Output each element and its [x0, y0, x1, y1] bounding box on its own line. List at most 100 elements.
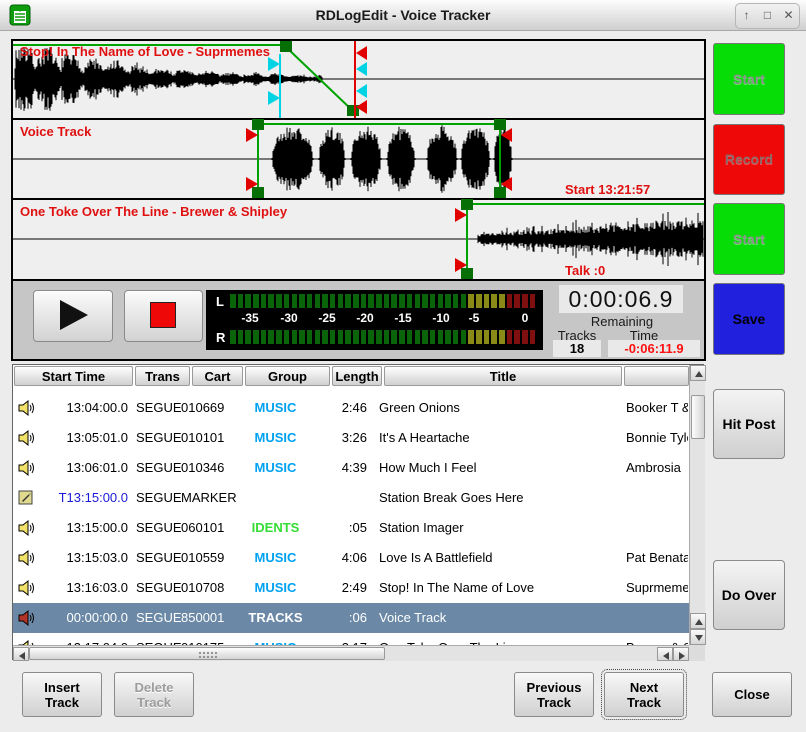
- meter-segment: [322, 294, 328, 308]
- meter-segment: [507, 330, 513, 344]
- cell-cart: 010669: [181, 393, 237, 423]
- cell-cart: 010175: [181, 633, 237, 645]
- log-row[interactable]: 13:15:03.0SEGUE010559MUSIC4:06Love Is A …: [13, 543, 689, 573]
- do-over-button[interactable]: Do Over: [713, 560, 785, 630]
- cell-artist: [626, 483, 688, 513]
- cell-cart: MARKER: [181, 483, 237, 513]
- start-button-track3[interactable]: Start: [713, 203, 785, 275]
- meter-segment: [384, 294, 390, 308]
- cell-group: TRACKS: [233, 603, 318, 633]
- log-row[interactable]: 13:15:00.0SEGUE060101IDENTS:05Station Im…: [13, 513, 689, 543]
- column-header-trans[interactable]: Trans: [135, 366, 190, 386]
- meter-segment: [268, 330, 274, 344]
- meter-segment: [368, 330, 374, 344]
- cell-trans: SEGUE: [136, 603, 182, 633]
- cell-artist: Brewer & Sh: [626, 633, 688, 645]
- scroll-down-button[interactable]: [690, 629, 706, 645]
- meter-segment: [391, 330, 397, 344]
- meter-segment: [276, 294, 282, 308]
- meter-segment: [461, 294, 467, 308]
- meter-segment: [292, 294, 298, 308]
- column-header-artist[interactable]: [624, 366, 689, 386]
- cell-trans: SEGUE: [136, 393, 182, 423]
- cell-artist: Ambrosia: [626, 453, 688, 483]
- meter-segment: [368, 294, 374, 308]
- log-row[interactable]: 13:05:01.0SEGUE010101MUSIC3:26It's A Hea…: [13, 423, 689, 453]
- horizontal-scrollbar[interactable]: [13, 645, 689, 661]
- previous-track-button[interactable]: Previous Track: [514, 672, 594, 717]
- speaker-icon: [18, 430, 36, 446]
- log-row[interactable]: T13:15:00.0SEGUEMARKERStation Break Goes…: [13, 483, 689, 513]
- scrollbar-corner: [689, 645, 705, 661]
- meter-segment: [299, 294, 305, 308]
- meter-segment: [522, 294, 528, 308]
- log-row[interactable]: 13:16:03.0SEGUE010708MUSIC2:49Stop! In T…: [13, 573, 689, 603]
- column-header-length[interactable]: Length: [332, 366, 382, 386]
- cell-artist: Booker T & Th: [626, 393, 688, 423]
- stop-button[interactable]: [124, 290, 203, 342]
- column-header-group[interactable]: Group: [245, 366, 330, 386]
- log-row[interactable]: 13:06:01.0SEGUE010346MUSIC4:39How Much I…: [13, 453, 689, 483]
- meter-segment: [422, 294, 428, 308]
- log-row[interactable]: 13:04:00.0SEGUE010669MUSIC2:46Green Onio…: [13, 393, 689, 423]
- meter-scale-label: -5: [459, 311, 489, 325]
- log-row[interactable]: 00:00:00.0SEGUE850001TRACKS:06Voice Trac…: [13, 603, 689, 633]
- play-button[interactable]: [33, 290, 113, 342]
- cell-title: One Toke Over The Line: [379, 633, 621, 645]
- record-button[interactable]: Record: [713, 124, 785, 195]
- track1-segue-start-marker[interactable]: [268, 54, 280, 118]
- cell-start-time: 13:15:03.0: [40, 543, 128, 573]
- meter-segment: [230, 294, 236, 308]
- meter-segment: [430, 294, 436, 308]
- meter-segment: [345, 294, 351, 308]
- column-header-title[interactable]: Title: [384, 366, 622, 386]
- column-header-cart[interactable]: Cart: [192, 366, 243, 386]
- scroll-left-button[interactable]: [13, 647, 29, 661]
- meter-segment: [430, 330, 436, 344]
- cell-title: Stop! In The Name of Love: [379, 573, 621, 603]
- meter-scale-label: -15: [388, 311, 418, 325]
- vertical-scroll-thumb[interactable]: [691, 395, 705, 439]
- close-button[interactable]: Close: [712, 672, 792, 717]
- meter-segment: [491, 294, 497, 308]
- meter-segment: [514, 330, 520, 344]
- log-row[interactable]: 13:17:04.0SEGUE010175MUSIC3:17One Toke O…: [13, 633, 689, 645]
- next-track-button[interactable]: Next Track: [604, 672, 684, 717]
- cell-cart: 850001: [181, 603, 237, 633]
- scroll-left-button-right[interactable]: [657, 647, 673, 661]
- voice-tracker-window: RDLogEdit - Voice Tracker ↑ □ ✕: [0, 0, 806, 732]
- delete-track-button[interactable]: Delete Track: [114, 672, 194, 717]
- meter-segment: [238, 330, 244, 344]
- scroll-up-button-bottom[interactable]: [690, 613, 706, 629]
- scroll-up-button[interactable]: [690, 365, 706, 381]
- play-icon: [60, 300, 88, 330]
- start-button-track1[interactable]: Start: [713, 43, 785, 115]
- insert-track-button[interactable]: Insert Track: [22, 672, 102, 717]
- cell-cart: 060101: [181, 513, 237, 543]
- meter-segment: [507, 294, 513, 308]
- meter-segment: [453, 294, 459, 308]
- meter-segment: [245, 294, 251, 308]
- marker-icon: [18, 490, 36, 506]
- save-button[interactable]: Save: [713, 283, 785, 355]
- cell-artist: [626, 603, 688, 633]
- meter-segment: [322, 330, 328, 344]
- horizontal-scroll-thumb[interactable]: [29, 647, 385, 660]
- scroll-right-button[interactable]: [673, 647, 689, 661]
- meter-segment: [353, 330, 359, 344]
- cell-group: MUSIC: [233, 543, 318, 573]
- cell-start-time: 13:16:03.0: [40, 573, 128, 603]
- meter-segment: [245, 330, 251, 344]
- meter-segment: [276, 330, 282, 344]
- cell-group: MUSIC: [233, 423, 318, 453]
- column-header-start-time[interactable]: Start Time: [14, 366, 133, 386]
- vertical-scrollbar[interactable]: [689, 365, 705, 645]
- hit-post-button[interactable]: Hit Post: [713, 389, 785, 459]
- track1-label: Stop! In The Name of Love - Suprmemes: [20, 44, 270, 59]
- close-window-button[interactable]: ✕: [778, 4, 799, 26]
- maximize-button[interactable]: □: [757, 4, 778, 26]
- shade-button[interactable]: ↑: [736, 4, 757, 26]
- meter-segment: [399, 330, 405, 344]
- meter-segment: [530, 330, 536, 344]
- waveform-panel[interactable]: Stop! In The Name of Love - Suprmemes Vo…: [11, 39, 706, 281]
